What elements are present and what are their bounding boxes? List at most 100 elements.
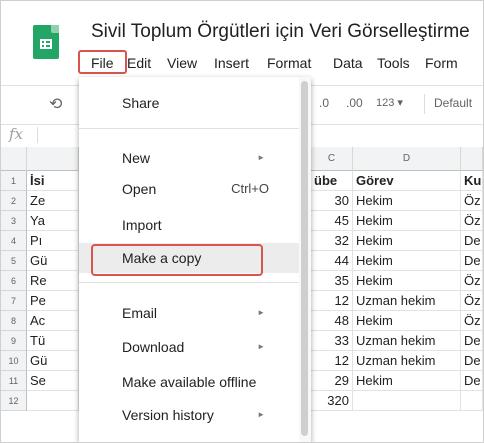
submenu-arrow-icon: ► xyxy=(257,153,265,162)
table-cell[interactable]: Ze xyxy=(27,191,79,211)
menu-item-email[interactable]: Email ► xyxy=(79,298,299,328)
table-cell[interactable]: Uzman hekim xyxy=(353,351,461,371)
menu-insert[interactable]: Insert xyxy=(214,55,249,71)
row-header[interactable]: 12 xyxy=(1,391,27,411)
table-cell[interactable]: 45 xyxy=(311,211,353,231)
table-cell[interactable]: De xyxy=(461,351,483,371)
column-header-c[interactable]: C xyxy=(311,147,353,171)
row-header[interactable]: 4 xyxy=(1,231,27,251)
table-cell[interactable]: Uzman hekim xyxy=(353,291,461,311)
row-header[interactable]: 8 xyxy=(1,311,27,331)
table-cell[interactable]: Öz xyxy=(461,311,483,331)
table-cell[interactable]: Pı xyxy=(27,231,79,251)
menu-item-offline[interactable]: Make available offline xyxy=(79,367,299,397)
font-dropdown[interactable]: Default xyxy=(434,96,472,110)
table-cell[interactable]: Öz xyxy=(461,191,483,211)
column-header-e[interactable] xyxy=(461,147,483,171)
column-header-a[interactable] xyxy=(27,147,79,171)
row-header[interactable]: 5 xyxy=(1,251,27,271)
menu-item-download[interactable]: Download ► xyxy=(79,332,299,362)
row-header[interactable]: 7 xyxy=(1,291,27,311)
menu-item-share[interactable]: Share xyxy=(79,88,299,118)
table-cell[interactable]: Gü xyxy=(27,251,79,271)
table-cell[interactable]: Öz xyxy=(461,271,483,291)
row-header[interactable]: 10 xyxy=(1,351,27,371)
table-cell[interactable]: Hekim xyxy=(353,191,461,211)
table-cell[interactable]: Öz xyxy=(461,291,483,311)
menu-item-open[interactable]: Open Ctrl+O xyxy=(79,174,299,204)
table-cell[interactable]: 32 xyxy=(311,231,353,251)
table-cell[interactable]: Tü xyxy=(27,331,79,351)
table-cell[interactable]: 320 xyxy=(311,391,353,411)
fx-icon: fx xyxy=(9,125,24,143)
menu-scrollbar-thumb[interactable] xyxy=(301,81,308,436)
row-header[interactable]: 11 xyxy=(1,371,27,391)
row-header[interactable]: 9 xyxy=(1,331,27,351)
menu-format[interactable]: Format xyxy=(267,55,311,71)
table-cell[interactable]: Hekim xyxy=(353,231,461,251)
menu-tools[interactable]: Tools xyxy=(377,55,410,71)
file-menu-highlight xyxy=(78,50,127,74)
menu-item-import[interactable]: Import xyxy=(79,210,299,240)
table-cell[interactable]: 48 xyxy=(311,311,353,331)
table-cell[interactable] xyxy=(353,391,461,411)
increase-decimal-button[interactable]: .00 xyxy=(346,96,363,110)
table-cell[interactable]: De xyxy=(461,251,483,271)
table-cell[interactable]: De xyxy=(461,231,483,251)
table-cell[interactable]: Gü xyxy=(27,351,79,371)
decrease-decimal-button[interactable]: .0 xyxy=(319,96,329,110)
column-header-d[interactable]: D xyxy=(353,147,461,171)
table-cell[interactable]: Hekim xyxy=(353,251,461,271)
table-cell[interactable] xyxy=(27,391,79,411)
corner-header[interactable] xyxy=(1,147,27,171)
toolbar-divider xyxy=(424,94,425,114)
table-cell[interactable]: 12 xyxy=(311,291,353,311)
open-shortcut: Ctrl+O xyxy=(231,181,269,196)
menu-form[interactable]: Form xyxy=(425,55,458,71)
number-format-dropdown[interactable]: 123 ▾ xyxy=(376,96,403,109)
undo-icon[interactable]: ⟲ xyxy=(49,94,62,114)
menu-divider xyxy=(79,128,299,129)
row-header[interactable]: 1 xyxy=(1,171,27,191)
sheets-logo-icon[interactable] xyxy=(33,25,59,59)
table-cell[interactable]: Re xyxy=(27,271,79,291)
table-cell[interactable]: De xyxy=(461,331,483,351)
table-cell[interactable]: Öz xyxy=(461,211,483,231)
window: Sivil Toplum Örgütleri için Veri Görsell… xyxy=(0,0,484,443)
table-cell[interactable] xyxy=(461,391,483,411)
document-title[interactable]: Sivil Toplum Örgütleri için Veri Görsell… xyxy=(91,21,470,43)
table-cell[interactable]: Görev xyxy=(353,171,461,191)
table-cell[interactable]: übe xyxy=(311,171,353,191)
make-copy-highlight xyxy=(91,244,263,276)
table-cell[interactable]: De xyxy=(461,371,483,391)
table-cell[interactable]: Ku xyxy=(461,171,483,191)
table-cell[interactable]: Ac xyxy=(27,311,79,331)
table-cell[interactable]: Ya xyxy=(27,211,79,231)
table-cell[interactable]: 44 xyxy=(311,251,353,271)
table-cell[interactable]: Hekim xyxy=(353,271,461,291)
menu-edit[interactable]: Edit xyxy=(127,55,151,71)
submenu-arrow-icon: ► xyxy=(257,308,265,317)
table-cell[interactable]: 29 xyxy=(311,371,353,391)
table-cell[interactable]: Hekim xyxy=(353,371,461,391)
table-cell[interactable]: Pe xyxy=(27,291,79,311)
table-cell[interactable]: 12 xyxy=(311,351,353,371)
menu-divider xyxy=(79,282,299,283)
table-cell[interactable]: Uzman hekim xyxy=(353,331,461,351)
table-cell[interactable]: 30 xyxy=(311,191,353,211)
formula-divider xyxy=(37,127,38,143)
table-cell[interactable]: 33 xyxy=(311,331,353,351)
row-header[interactable]: 6 xyxy=(1,271,27,291)
menu-data[interactable]: Data xyxy=(333,55,363,71)
row-header[interactable]: 2 xyxy=(1,191,27,211)
menu-item-version-history[interactable]: Version history ► xyxy=(79,400,299,430)
row-header[interactable]: 3 xyxy=(1,211,27,231)
table-cell[interactable]: Hekim xyxy=(353,211,461,231)
table-cell[interactable]: 35 xyxy=(311,271,353,291)
menu-item-new[interactable]: New ► xyxy=(79,143,299,173)
submenu-arrow-icon: ► xyxy=(257,342,265,351)
table-cell[interactable]: Se xyxy=(27,371,79,391)
table-cell[interactable]: Hekim xyxy=(353,311,461,331)
menu-view[interactable]: View xyxy=(167,55,197,71)
table-cell[interactable]: İsi xyxy=(27,171,79,191)
